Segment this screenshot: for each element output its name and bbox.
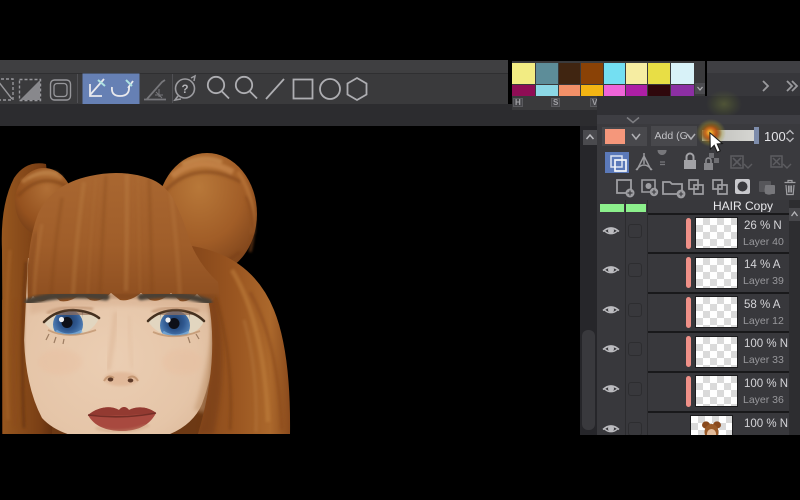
svg-text:?: ? <box>181 84 188 96</box>
